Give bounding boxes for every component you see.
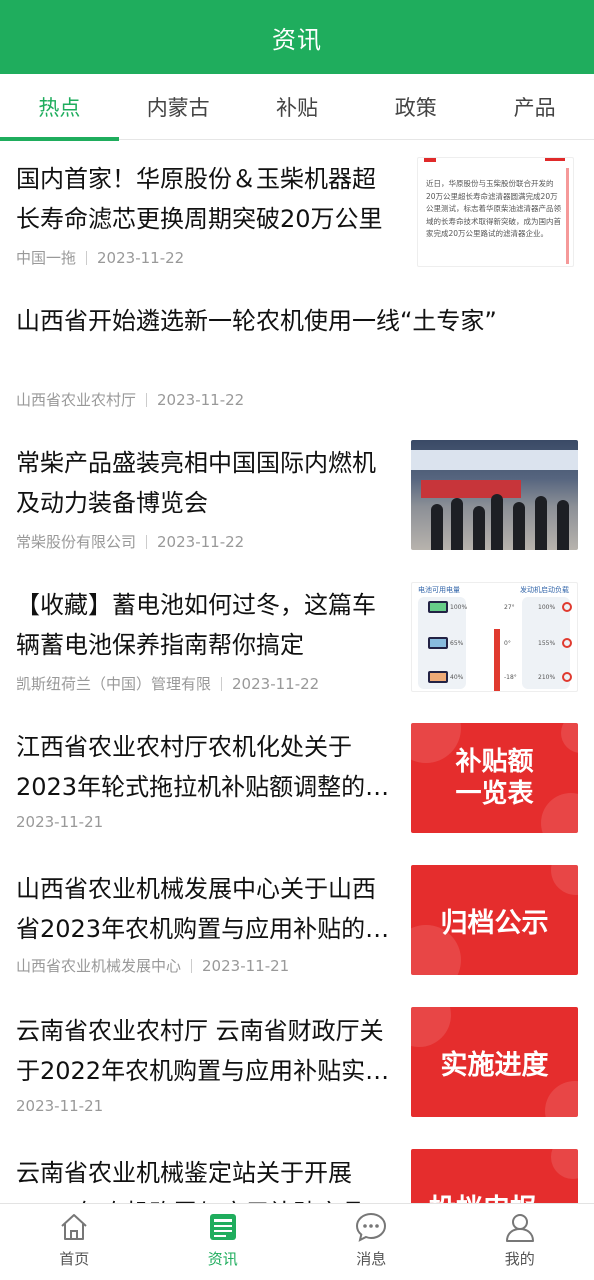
news-thumbnail: 投档申报	[411, 1149, 578, 1203]
news-thumbnail: 归档公示	[411, 865, 578, 975]
bottom-tab-bar: 首页 资讯 消息 我的	[0, 1203, 594, 1280]
news-item[interactable]: 国内首家！华原股份＆玉柴机器超长寿命滤芯更换周期突破20万公里 中国一拖 2023…	[0, 141, 594, 283]
thumbnail-caption: 归档公示	[440, 907, 549, 939]
news-meta: 2023-11-21	[16, 1097, 103, 1115]
app-header: 资讯	[0, 0, 594, 74]
news-date: 2023-11-22	[157, 391, 245, 409]
news-thumbnail: 近日，华原股份与玉柴股份联合开发的20万公里超长寿命滤清器圆满完成20万公里测试…	[417, 157, 574, 267]
news-title: 云南省农业机械鉴定站关于开展2023年农机购置与应用补贴产品投档申报工作的通知	[16, 1159, 389, 1203]
news-item[interactable]: 【收藏】蓄电池如何过冬，这篇车辆蓄电池保养指南帮你搞定 凯斯纽荷兰（中国）管理有…	[0, 567, 594, 709]
news-source: 中国一拖	[16, 249, 77, 267]
news-thumbnail	[411, 440, 578, 550]
news-meta: 中国一拖 2023-11-22	[16, 247, 184, 268]
news-source: 凯斯纽荷兰（中国）管理有限	[16, 675, 212, 693]
tabbar-news[interactable]: 资讯	[149, 1204, 298, 1280]
message-icon	[356, 1212, 387, 1242]
news-date: 2023-11-21	[202, 957, 290, 975]
tabbar-label: 资讯	[207, 1250, 238, 1268]
home-icon	[61, 1214, 87, 1240]
tabbar-profile[interactable]: 我的	[446, 1204, 594, 1280]
news-title: 山西省农业机械发展中心关于山西省2023年农机购置与应用补贴的公示	[16, 875, 390, 943]
tab-inner-mongolia[interactable]: 内蒙古	[119, 74, 238, 140]
news-item[interactable]: 云南省农业机械鉴定站关于开展2023年农机购置与应用补贴产品投档申报工作的通知 …	[0, 1135, 594, 1203]
news-date: 2023-11-22	[97, 249, 185, 267]
thumbnail-caption: 补贴额 一览表	[455, 747, 534, 809]
news-item[interactable]: 山西省农业机械发展中心关于山西省2023年农机购置与应用补贴的公示 山西省农业机…	[0, 851, 594, 993]
news-source: 山西省农业机械发展中心	[16, 957, 182, 975]
news-meta: 山西省农业机械发展中心 2023-11-21	[16, 955, 289, 976]
news-date: 2023-11-21	[16, 813, 104, 831]
news-meta: 凯斯纽荷兰（中国）管理有限 2023-11-22	[16, 673, 319, 694]
tabbar-label: 消息	[356, 1250, 387, 1268]
news-thumbnail: 实施进度	[411, 1007, 578, 1117]
news-feed[interactable]: 国内首家！华原股份＆玉柴机器超长寿命滤芯更换周期突破20万公里 中国一拖 2023…	[0, 141, 594, 1203]
news-thumbnail: 补贴额 一览表	[411, 723, 578, 833]
news-title: 江西省农业农村厅农机化处关于2023年轮式拖拉机补贴额调整的公示	[16, 733, 390, 801]
tabbar-label: 我的	[504, 1250, 535, 1268]
news-title: 国内首家！华原股份＆玉柴机器超长寿命滤芯更换周期突破20万公里	[16, 165, 383, 233]
news-title: 云南省农业农村厅 云南省财政厅关于2022年农机购置与应用补贴实施进度的通报	[16, 1017, 390, 1085]
tab-hot[interactable]: 热点	[0, 74, 119, 141]
news-icon	[209, 1214, 236, 1240]
tabbar-home[interactable]: 首页	[0, 1204, 149, 1280]
news-date: 2023-11-22	[232, 675, 320, 693]
news-source: 常柴股份有限公司	[16, 533, 137, 551]
thumbnail-caption: 近日，华原股份与玉柴股份联合开发的20万公里超长寿命滤清器圆满完成20万公里测试…	[426, 179, 561, 238]
category-tabs: 热点 内蒙古 补贴 政策 产品	[0, 74, 594, 141]
tabbar-messages[interactable]: 消息	[297, 1204, 446, 1280]
news-meta: 2023-11-21	[16, 813, 103, 831]
profile-icon	[505, 1214, 534, 1242]
news-title: 山西省开始遴选新一轮农机使用一线“土专家”	[16, 307, 497, 335]
news-title: 【收藏】蓄电池如何过冬，这篇车辆蓄电池保养指南帮你搞定	[16, 591, 376, 659]
news-title: 常柴产品盛装亮相中国国际内燃机及动力装备博览会	[16, 449, 376, 517]
news-item[interactable]: 云南省农业农村厅 云南省财政厅关于2022年农机购置与应用补贴实施进度的通报 2…	[0, 993, 594, 1135]
news-date: 2023-11-22	[157, 533, 245, 551]
tabbar-label: 首页	[59, 1250, 90, 1268]
tab-product[interactable]: 产品	[475, 74, 594, 140]
news-meta: 山西省农业农村厅 2023-11-22	[16, 389, 244, 410]
news-date: 2023-11-21	[16, 1097, 104, 1115]
news-item[interactable]: 山西省开始遴选新一轮农机使用一线“土专家” 山西省农业农村厅 2023-11-22	[0, 283, 594, 425]
page-title: 资讯	[272, 25, 322, 54]
thumbnail-caption: 投档申报	[429, 1187, 537, 1203]
news-item[interactable]: 常柴产品盛装亮相中国国际内燃机及动力装备博览会 常柴股份有限公司 2023-11-…	[0, 425, 594, 567]
news-thumbnail: 电池可用电量 发动机启动负载 100% 65% 40% 27° 0° -18° …	[411, 582, 578, 692]
news-meta: 常柴股份有限公司 2023-11-22	[16, 531, 244, 552]
news-item[interactable]: 江西省农业农村厅农机化处关于2023年轮式拖拉机补贴额调整的公示 2023-11…	[0, 709, 594, 851]
thumbnail-caption: 实施进度	[440, 1049, 549, 1081]
tab-subsidy[interactable]: 补贴	[238, 74, 357, 140]
news-source: 山西省农业农村厅	[16, 391, 137, 409]
tab-policy[interactable]: 政策	[356, 74, 475, 140]
